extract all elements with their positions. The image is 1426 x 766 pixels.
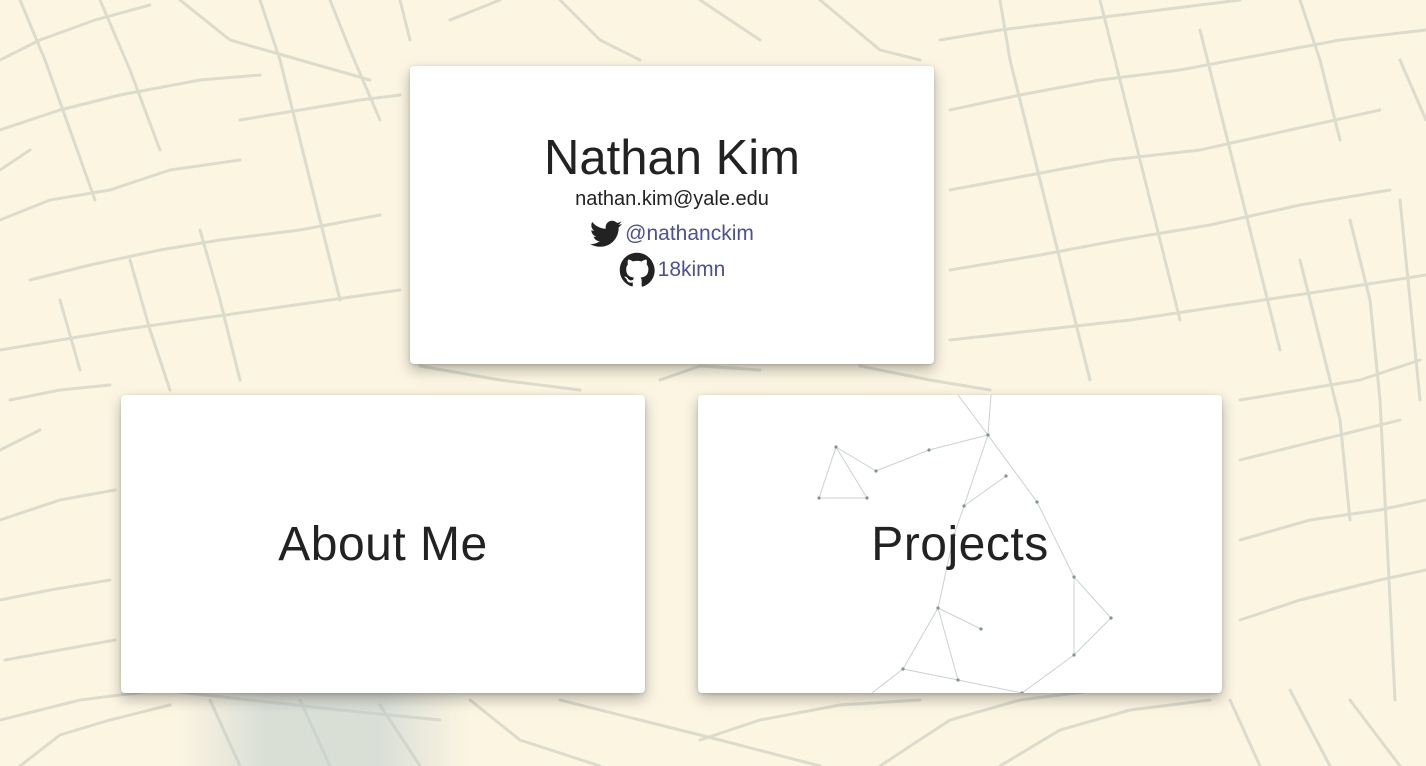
github-row: 18kimn bbox=[410, 252, 934, 288]
projects-label: Projects bbox=[871, 518, 1049, 571]
twitter-icon bbox=[590, 220, 625, 248]
about-me-card[interactable]: About Me bbox=[121, 395, 645, 693]
profile-card: Nathan Kim nathan.kim@yale.edu @nathanck… bbox=[410, 66, 934, 364]
about-me-label: About Me bbox=[278, 518, 488, 571]
twitter-row: @nathanckim bbox=[410, 220, 934, 248]
github-link[interactable]: 18kimn bbox=[658, 258, 726, 282]
projects-card[interactable]: Projects bbox=[698, 395, 1222, 693]
profile-name: Nathan Kim bbox=[543, 131, 800, 185]
twitter-link[interactable]: @nathanckim bbox=[625, 222, 754, 246]
background-shade bbox=[178, 690, 468, 766]
profile-email: nathan.kim@yale.edu bbox=[575, 188, 769, 210]
github-icon bbox=[619, 252, 658, 288]
